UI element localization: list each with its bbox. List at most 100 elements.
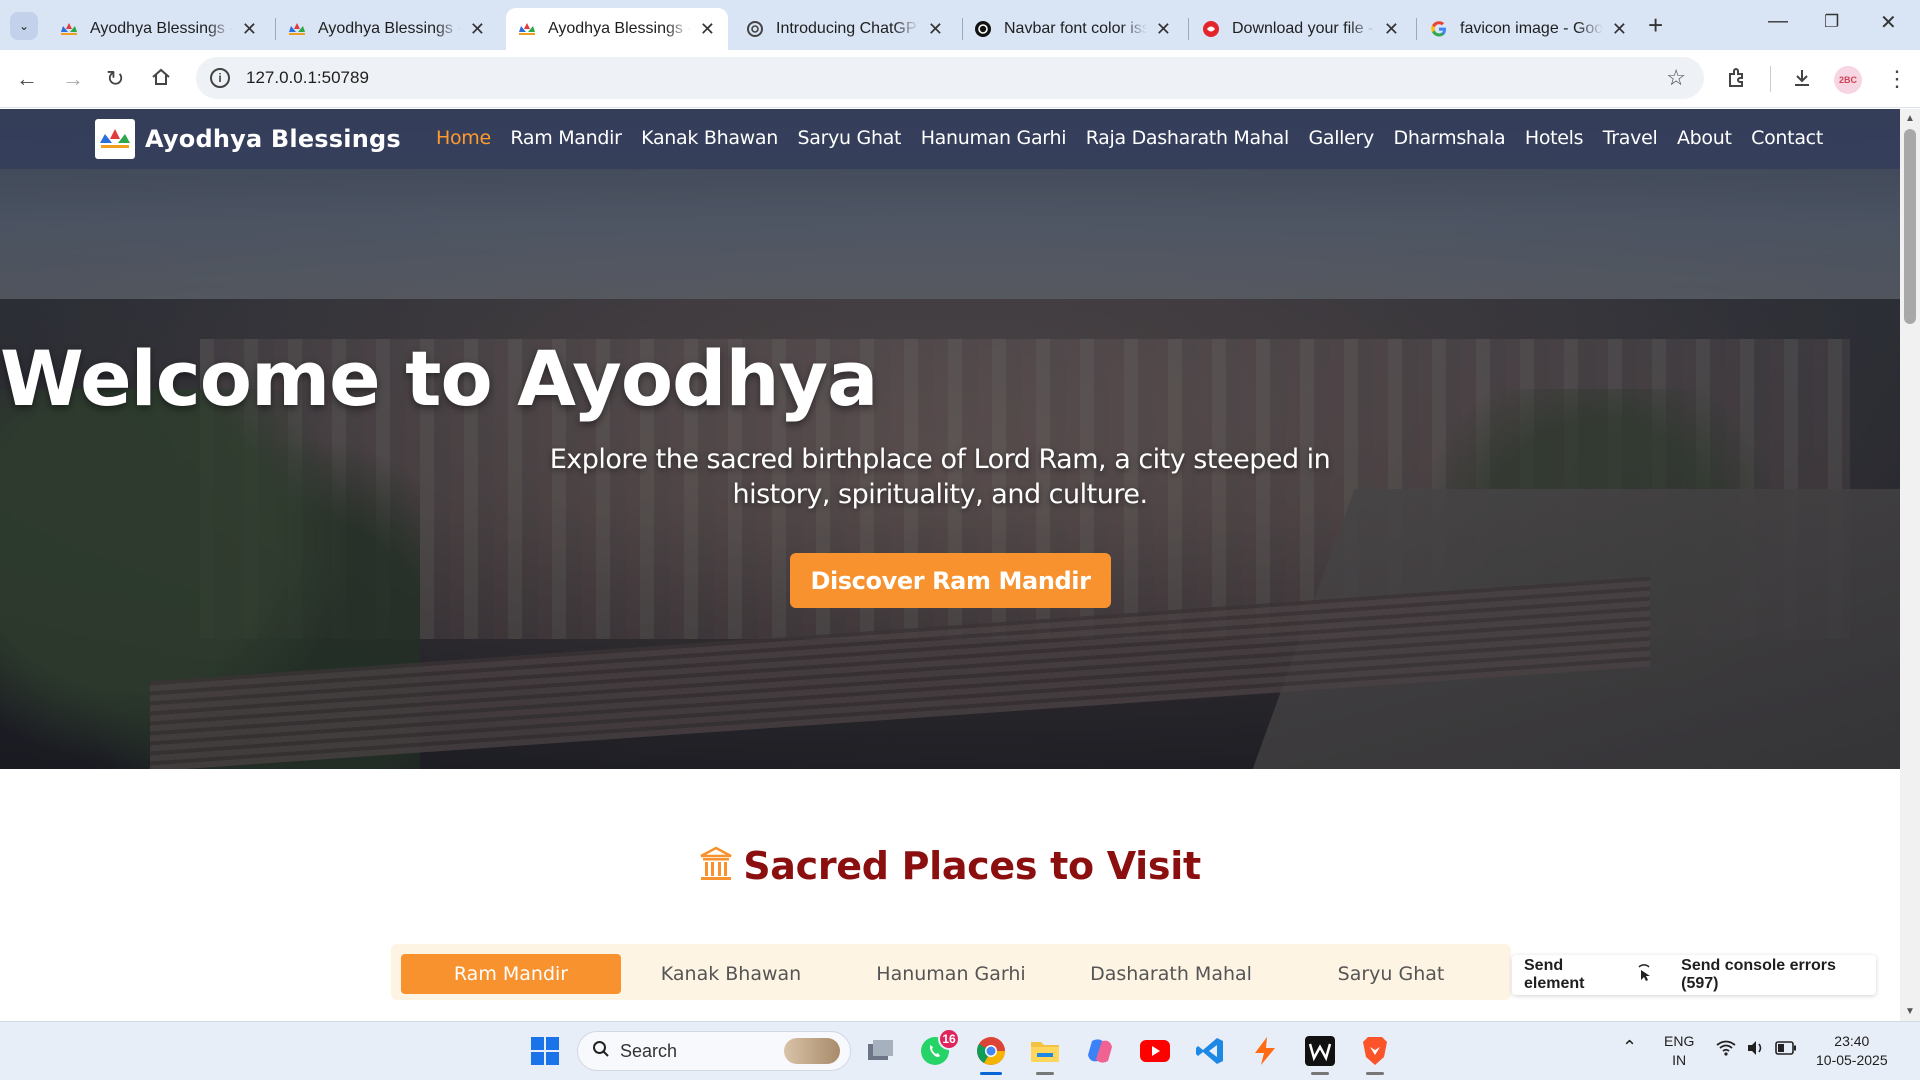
close-icon[interactable]: ✕ bbox=[927, 19, 944, 40]
hero-subtitle: Explore the sacred birthplace of Lord Ra… bbox=[549, 444, 1331, 510]
close-icon[interactable]: ✕ bbox=[1611, 19, 1628, 40]
language-code: ENG bbox=[1664, 1033, 1695, 1049]
browser-tab-active[interactable]: Ayodhya Blessings - ✕ bbox=[506, 8, 728, 50]
nav-link-about[interactable]: About bbox=[1677, 127, 1732, 149]
browser-tab[interactable]: Ayodhya Blessings - ✕ bbox=[48, 8, 270, 50]
nav-link-raja-dasharath-mahal[interactable]: Raja Dasharath Mahal bbox=[1086, 127, 1290, 149]
close-window-icon[interactable]: ✕ bbox=[1880, 10, 1897, 35]
ayodhya-favicon-icon bbox=[288, 20, 306, 38]
profile-avatar[interactable]: 2BC bbox=[1834, 66, 1862, 94]
youtube-icon[interactable] bbox=[1138, 1034, 1172, 1068]
temple-icon bbox=[699, 846, 733, 891]
hero-section: Welcome to Ayodhya Explore the sacred bi… bbox=[0, 109, 1900, 769]
taskbar-search-box[interactable]: Search bbox=[577, 1031, 851, 1071]
active-app-indicator bbox=[980, 1072, 1002, 1075]
browser-tab-strip: ⌄ Ayodhya Blessings - ✕ Ayodhya Blessing… bbox=[0, 0, 1920, 50]
ayodhya-favicon-icon bbox=[518, 20, 536, 38]
bookmark-star-icon[interactable]: ☆ bbox=[1666, 65, 1686, 91]
region-code: IN bbox=[1672, 1052, 1687, 1068]
site-brand[interactable]: Ayodhya Blessings bbox=[95, 119, 401, 159]
chrome-icon[interactable] bbox=[974, 1034, 1008, 1075]
send-element-button[interactable]: Send element bbox=[1524, 957, 1627, 993]
forward-arrow-icon[interactable]: → bbox=[62, 66, 84, 92]
scroll-up-arrow-icon[interactable]: ▲ bbox=[1905, 113, 1915, 124]
address-bar[interactable]: i 127.0.0.1:50789 ☆ bbox=[196, 57, 1704, 99]
tab-title: Ayodhya Blessings - bbox=[318, 20, 461, 37]
app-bolt-icon[interactable] bbox=[1248, 1034, 1282, 1068]
close-icon[interactable]: ✕ bbox=[1383, 19, 1400, 40]
more-menu-icon[interactable]: ⋮ bbox=[1886, 66, 1908, 92]
discover-ram-mandir-button[interactable]: Discover Ram Mandir bbox=[790, 553, 1111, 608]
wifi-icon[interactable] bbox=[1716, 1040, 1736, 1061]
send-console-errors-button[interactable]: Send console errors (597) bbox=[1681, 957, 1876, 993]
brave-browser-icon[interactable] bbox=[1358, 1034, 1392, 1075]
scrollbar-thumb[interactable] bbox=[1904, 129, 1916, 324]
browser-tab[interactable]: Introducing ChatGPT ✕ bbox=[734, 8, 956, 50]
windows-start-icon[interactable] bbox=[528, 1034, 562, 1068]
battery-icon[interactable] bbox=[1775, 1041, 1797, 1060]
browser-tab[interactable]: favicon image - Goo ✕ bbox=[1418, 8, 1640, 50]
copilot-icon[interactable] bbox=[1083, 1034, 1117, 1068]
tab-kanak-bhawan[interactable]: Kanak Bhawan bbox=[621, 954, 841, 994]
clock[interactable]: 23:40 10-05-2025 bbox=[1816, 1032, 1888, 1070]
nav-link-hotels[interactable]: Hotels bbox=[1525, 127, 1584, 149]
nav-link-home[interactable]: Home bbox=[436, 127, 491, 149]
home-icon[interactable] bbox=[150, 66, 172, 94]
nav-link-ram-mandir[interactable]: Ram Mandir bbox=[510, 127, 622, 149]
ayodhya-favicon-icon bbox=[60, 20, 78, 38]
app-w-icon[interactable] bbox=[1303, 1034, 1337, 1075]
hero-overlay bbox=[0, 109, 1900, 769]
app-running-indicator bbox=[1366, 1072, 1384, 1075]
tab-search-button[interactable]: ⌄ bbox=[10, 12, 38, 40]
nav-link-kanak-bhawan[interactable]: Kanak Bhawan bbox=[641, 127, 778, 149]
back-arrow-icon[interactable]: ← bbox=[16, 66, 38, 92]
nav-link-saryu-ghat[interactable]: Saryu Ghat bbox=[797, 127, 901, 149]
devtools-popup: Send element Send console errors (597) bbox=[1512, 955, 1876, 995]
browser-toolbar: ← → ↻ i 127.0.0.1:50789 ☆ 2BC ⋮ bbox=[0, 50, 1920, 108]
close-icon[interactable]: ✕ bbox=[699, 19, 716, 40]
nav-link-travel[interactable]: Travel bbox=[1603, 127, 1658, 149]
close-icon[interactable]: ✕ bbox=[1155, 19, 1172, 40]
url-text[interactable]: 127.0.0.1:50789 bbox=[246, 68, 369, 88]
openai-icon bbox=[974, 20, 992, 38]
tab-divider bbox=[1188, 18, 1189, 40]
close-icon[interactable]: ✕ bbox=[241, 19, 258, 40]
tab-dasharath-mahal[interactable]: Dasharath Mahal bbox=[1061, 954, 1281, 994]
google-icon bbox=[1430, 20, 1448, 38]
new-tab-button[interactable]: + bbox=[1648, 12, 1663, 38]
volume-icon[interactable] bbox=[1746, 1040, 1766, 1061]
site-navbar: Ayodhya Blessings Home Ram Mandir Kanak … bbox=[0, 109, 1900, 169]
nav-link-gallery[interactable]: Gallery bbox=[1308, 127, 1374, 149]
whatsapp-unread-badge: 16 bbox=[938, 1028, 960, 1050]
page-viewport: Welcome to Ayodhya Explore the sacred bi… bbox=[0, 109, 1900, 1021]
file-explorer-icon[interactable] bbox=[1028, 1034, 1062, 1075]
browser-tab[interactable]: Download your file - ✕ bbox=[1190, 8, 1412, 50]
page-scrollbar[interactable]: ▲ ▼ bbox=[1900, 109, 1920, 1021]
scroll-down-arrow-icon[interactable]: ▼ bbox=[1905, 1006, 1915, 1017]
nav-link-hanuman-garhi[interactable]: Hanuman Garhi bbox=[921, 127, 1067, 149]
nav-link-dharmshala[interactable]: Dharmshala bbox=[1394, 127, 1506, 149]
vscode-icon[interactable] bbox=[1193, 1034, 1227, 1068]
extensions-icon[interactable] bbox=[1725, 66, 1749, 96]
nav-link-contact[interactable]: Contact bbox=[1751, 127, 1823, 149]
restore-icon[interactable]: ❐ bbox=[1824, 12, 1839, 32]
tab-title: favicon image - Goo bbox=[1460, 20, 1603, 37]
site-info-icon[interactable]: i bbox=[210, 68, 230, 88]
tab-title: Ayodhya Blessings - bbox=[90, 20, 233, 37]
browser-tab[interactable]: Ayodhya Blessings - ✕ bbox=[276, 8, 498, 50]
task-view-icon[interactable] bbox=[864, 1034, 898, 1068]
tab-hanuman-garhi[interactable]: Hanuman Garhi bbox=[841, 954, 1061, 994]
chevron-up-icon[interactable]: ⌃ bbox=[1622, 1038, 1637, 1057]
download-icon[interactable] bbox=[1790, 66, 1814, 96]
windows-taskbar: Search 16 ⌃ ENG IN 23:40 10-05-2025 bbox=[0, 1021, 1920, 1080]
tab-ram-mandir[interactable]: Ram Mandir bbox=[401, 954, 621, 994]
whatsapp-icon[interactable]: 16 bbox=[918, 1028, 960, 1068]
tab-saryu-ghat[interactable]: Saryu Ghat bbox=[1281, 954, 1501, 994]
minimize-icon[interactable]: — bbox=[1768, 10, 1788, 33]
search-icon bbox=[592, 1040, 610, 1063]
reload-icon[interactable]: ↻ bbox=[106, 66, 124, 92]
browser-tab[interactable]: Navbar font color iss ✕ bbox=[962, 8, 1184, 50]
close-icon[interactable]: ✕ bbox=[469, 19, 486, 40]
search-highlight-icon bbox=[784, 1038, 840, 1064]
language-indicator[interactable]: ENG IN bbox=[1664, 1032, 1694, 1070]
